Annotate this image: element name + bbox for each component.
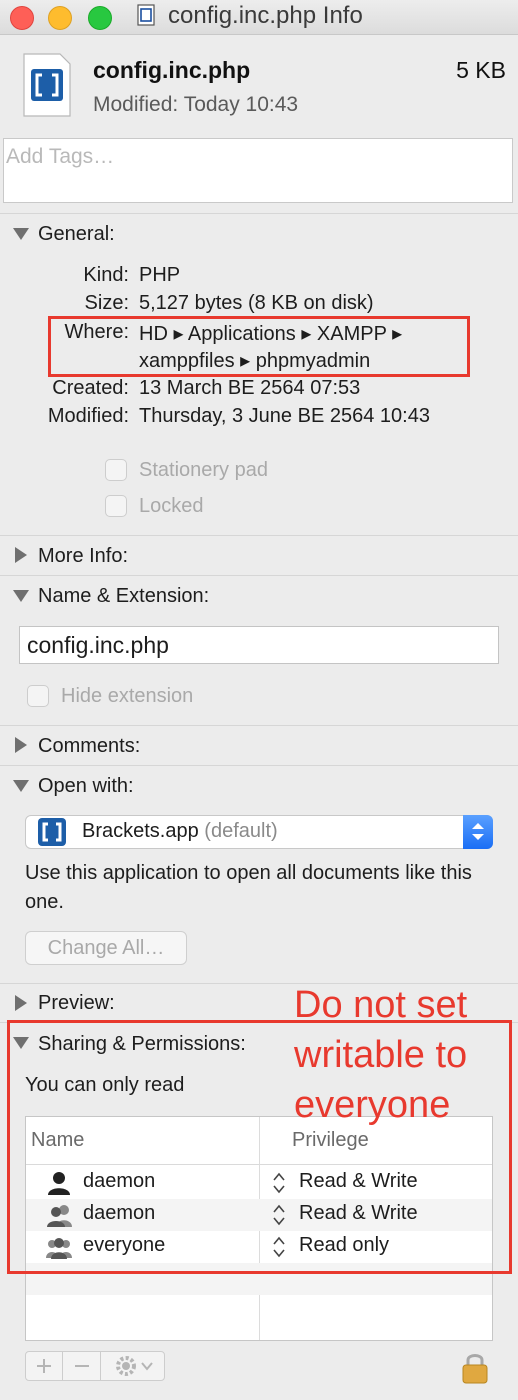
created-label: Created: [52, 377, 129, 399]
zoom-window-button[interactable] [88, 6, 112, 30]
open-with-default-tag: (default) [204, 820, 278, 842]
open-with-description: Use this application to open all documen… [25, 862, 472, 913]
annotation-warning-text: Do not set writable to everyone [294, 984, 468, 1126]
php-file-icon [23, 53, 71, 117]
size-label: Size: [84, 292, 129, 314]
divider [0, 535, 518, 536]
disclosure-open-icon[interactable] [13, 590, 29, 602]
modified-summary: Modified: Today 10:43 [93, 93, 298, 117]
table-row-empty [26, 1295, 492, 1327]
file-name: config.inc.php [93, 57, 251, 83]
divider [0, 765, 518, 766]
tags-input[interactable] [4, 139, 512, 175]
modified-label-detail: Modified: [47, 405, 129, 427]
remove-user-button[interactable] [70, 1352, 94, 1380]
section-general[interactable]: General: [38, 223, 115, 246]
disclosure-closed-icon[interactable] [15, 737, 27, 753]
tags-box[interactable] [3, 138, 513, 203]
hide-extension-label: Hide extension [61, 685, 194, 707]
change-all-button[interactable]: Change All… [25, 931, 187, 965]
modified-label: Modified: [93, 93, 179, 116]
open-with-app-name: Brackets.app [82, 820, 199, 842]
minimize-window-button[interactable] [48, 6, 72, 30]
title-bar: config.inc.php Info [0, 0, 518, 35]
open-with-value: Brackets.app (default) [82, 820, 278, 843]
modified-value-detail: Thursday, 3 June BE 2564 10:43 [139, 405, 430, 427]
permissions-toolbar [25, 1351, 165, 1381]
section-name-extension[interactable]: Name & Extension: [38, 585, 209, 608]
gear-icon[interactable] [110, 1352, 160, 1380]
divider [0, 725, 518, 726]
section-preview[interactable]: Preview: [38, 992, 115, 1015]
close-window-button[interactable] [10, 6, 34, 30]
annotation-where-highlight [48, 316, 470, 377]
kind-value: PHP [139, 264, 181, 286]
disclosure-closed-icon[interactable] [15, 547, 27, 563]
document-icon [137, 4, 155, 26]
stationery-pad-label: Stationery pad [139, 459, 268, 481]
disclosure-closed-icon[interactable] [15, 995, 27, 1011]
divider [0, 213, 518, 214]
file-name-field[interactable] [19, 626, 499, 664]
file-size: 5 KB [456, 57, 506, 83]
divider [0, 575, 518, 576]
created-value: 13 March BE 2564 07:53 [139, 377, 361, 399]
modified-value: Today 10:43 [183, 93, 299, 116]
locked-checkbox[interactable] [105, 495, 127, 517]
disclosure-open-icon[interactable] [13, 228, 29, 240]
window-title: config.inc.php Info [168, 2, 363, 29]
kind-label: Kind: [83, 264, 129, 286]
section-comments[interactable]: Comments: [38, 735, 140, 758]
open-with-popup[interactable]: Brackets.app (default) [25, 815, 493, 849]
locked-label: Locked [139, 495, 204, 517]
size-value: 5,127 bytes (8 KB on disk) [139, 292, 374, 314]
add-user-button[interactable] [32, 1352, 56, 1380]
section-more-info[interactable]: More Info: [38, 545, 128, 568]
popup-stepper-icon[interactable] [463, 815, 493, 849]
section-open-with[interactable]: Open with: [38, 775, 134, 798]
stationery-pad-checkbox[interactable] [105, 459, 127, 481]
brackets-app-icon [38, 818, 66, 846]
lock-icon[interactable] [460, 1350, 490, 1384]
hide-extension-checkbox[interactable] [27, 685, 49, 707]
disclosure-open-icon[interactable] [13, 780, 29, 792]
